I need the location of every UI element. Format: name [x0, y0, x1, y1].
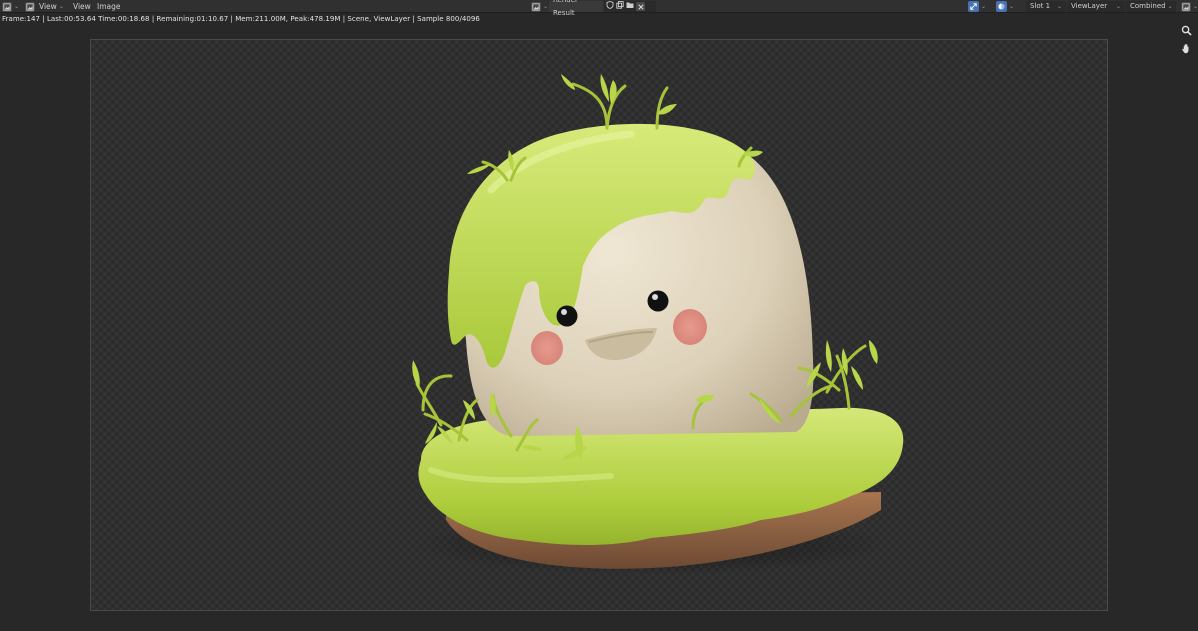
chevron-down-icon: ⌄ — [14, 3, 20, 10]
render-info-status: Frame:147 | Last:00:53.64 Time:00:18.68 … — [2, 15, 480, 23]
duplicate-icon[interactable] — [616, 0, 624, 13]
editor-type-dropdown[interactable]: ⌄ — [2, 0, 19, 13]
image-editor-icon — [1181, 1, 1191, 12]
image-name-field[interactable]: Render Result — [549, 0, 603, 17]
render-result-image[interactable] — [90, 39, 1108, 611]
image-menu[interactable]: Image — [97, 0, 121, 13]
close-icon[interactable] — [636, 2, 645, 11]
chevron-down-icon: ⌄ — [1009, 3, 1015, 10]
gizmo-toggle[interactable]: ⌄ — [968, 0, 986, 13]
view-menu-text: View — [73, 2, 91, 11]
view-menu-label: View — [39, 2, 57, 11]
view-layer-dropdown[interactable]: ViewLayer ⌄ — [1067, 1, 1125, 12]
display-channels-dropdown[interactable]: ⌄ — [996, 0, 1014, 13]
hand-icon — [1181, 43, 1189, 53]
view-mode-dropdown[interactable]: View ⌄ — [25, 0, 64, 13]
view-layer-text: ViewLayer — [1071, 2, 1108, 10]
gizmo-icon — [968, 1, 979, 12]
zoom-icon — [1181, 25, 1192, 36]
image-browse-button[interactable]: ⌄ — [531, 0, 548, 13]
sidebar-toggle[interactable]: ⌄ — [1181, 0, 1198, 13]
image-browse-icon — [531, 1, 541, 12]
rendered-character-image — [411, 74, 904, 575]
folder-icon[interactable] — [626, 0, 634, 13]
chevron-down-icon: ⌄ — [58, 3, 64, 10]
view-mode-icon — [25, 1, 35, 12]
slot-text: Slot 1 — [1030, 2, 1051, 10]
image-menu-text: Image — [97, 2, 121, 11]
pan-button[interactable] — [1178, 40, 1194, 56]
render-pass-dropdown[interactable]: Combined ⌄ — [1126, 1, 1176, 12]
chevron-down-icon: ⌄ — [981, 3, 987, 10]
image-editor-header: ⌄ View ⌄ View Image ⌄ Render Result — [0, 0, 1198, 17]
image-editor-icon — [2, 1, 12, 12]
view-menu[interactable]: View — [73, 0, 91, 13]
chevron-down-icon: ⌄ — [1167, 3, 1173, 10]
display-channels-icon — [996, 1, 1007, 12]
image-name-text: Render Result — [553, 0, 578, 17]
slot-dropdown[interactable]: Slot 1 ⌄ — [1026, 1, 1066, 12]
chevron-down-icon: ⌄ — [543, 3, 549, 10]
shield-icon[interactable] — [606, 0, 614, 13]
render-pass-text: Combined — [1130, 2, 1166, 10]
image-datablock-buttons — [604, 1, 656, 12]
chevron-down-icon: ⌄ — [1115, 3, 1121, 10]
chevron-down-icon: ⌄ — [1193, 3, 1198, 10]
chevron-down-icon: ⌄ — [1056, 3, 1062, 10]
zoom-button[interactable] — [1178, 22, 1194, 38]
